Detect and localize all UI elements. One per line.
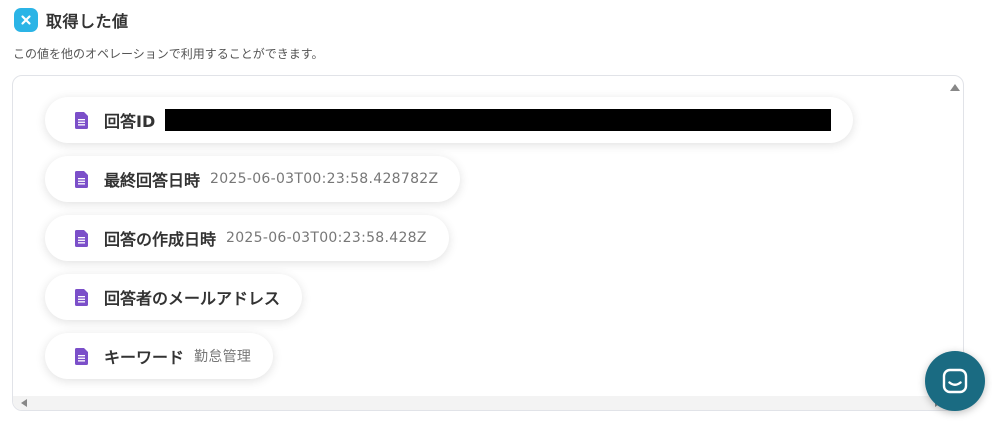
section-description: この値を他のオペレーションで利用することができます。 <box>13 47 324 61</box>
close-badge-icon <box>14 8 38 32</box>
chat-icon <box>942 368 968 394</box>
document-icon <box>75 288 88 306</box>
values-panel: 回答ID 最終回答日時 2025-06-03T00:23:58.428782Z … <box>12 75 964 411</box>
scroll-up-arrow-icon[interactable] <box>950 84 960 91</box>
value-item-created-time[interactable]: 回答の作成日時 2025-06-03T00:23:58.428Z <box>45 215 449 261</box>
section-header: 取得した値 <box>14 8 129 32</box>
document-icon <box>75 229 88 247</box>
scroll-left-arrow-icon[interactable] <box>21 399 27 407</box>
document-icon <box>75 347 88 365</box>
value-item-response-id[interactable]: 回答ID <box>45 97 854 143</box>
value-item-respondent-email[interactable]: 回答者のメールアドレス <box>45 274 303 320</box>
item-label: キーワード <box>104 348 185 367</box>
chat-launcher-button[interactable] <box>925 351 985 411</box>
value-item-last-response-time[interactable]: 最終回答日時 2025-06-03T00:23:58.428782Z <box>45 156 461 202</box>
section-title: 取得した値 <box>46 12 129 31</box>
item-value: 勤怠管理 <box>194 349 252 365</box>
horizontal-scrollbar[interactable] <box>13 396 963 410</box>
item-value: 2025-06-03T00:23:58.428782Z <box>210 171 439 187</box>
document-icon <box>75 170 88 188</box>
redacted-value <box>165 109 832 131</box>
item-label: 回答者のメールアドレス <box>104 289 281 308</box>
value-item-keyword[interactable]: キーワード 勤怠管理 <box>45 333 274 379</box>
item-label: 回答の作成日時 <box>104 230 217 249</box>
item-label: 回答ID <box>104 112 156 131</box>
item-label: 最終回答日時 <box>104 171 201 190</box>
item-value: 2025-06-03T00:23:58.428Z <box>226 230 427 246</box>
document-icon <box>75 111 88 129</box>
